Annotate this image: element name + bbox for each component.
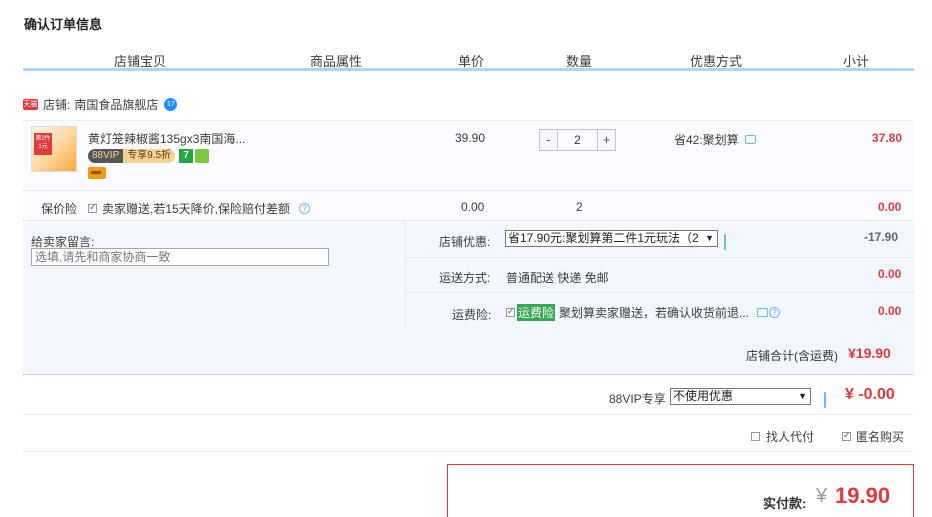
payment-label: 实付款:: [763, 496, 807, 511]
insurance-desc: 卖家赠送,若15天降价,保险赔付差额: [102, 202, 291, 216]
comment-icon[interactable]: [744, 135, 756, 144]
vip-amount: ¥ -0.00: [845, 386, 895, 403]
anonymous-checkbox[interactable]: [842, 430, 851, 441]
tmall-shop-icon: 天猫: [23, 99, 38, 110]
insurance-desc-group: 卖家赠送,若15天降价,保险赔付差额 ?: [88, 200, 311, 217]
freight-insurance-desc: 聚划算卖家赠送，若确认收货前退...: [559, 306, 750, 320]
wangwang-chat-icon[interactable]: 17: [164, 98, 178, 111]
vip-discount: 专享9.5折: [123, 149, 176, 163]
help-icon[interactable]: ?: [299, 203, 311, 214]
divider: [23, 451, 914, 452]
shop-total-amount: ¥19.90: [848, 345, 891, 361]
vip-row-label: 88VIP专享: [609, 392, 666, 406]
item-price: 39.90: [455, 131, 486, 145]
shop-discount-label: 店铺优惠:: [439, 235, 491, 249]
shop-label: 店铺:: [43, 98, 71, 112]
proxy-pay-checkbox[interactable]: [751, 432, 760, 441]
page-title: 确认订单信息: [24, 17, 103, 32]
vip-discount-select[interactable]: 不使用优惠 ▼: [670, 388, 811, 405]
item-promo: 省42:聚划算: [674, 131, 756, 148]
header-underline: [23, 68, 914, 71]
insurance-price: 0.00: [461, 200, 485, 214]
seven-day-return-icon: 7: [179, 149, 194, 163]
payment-amount: 19.90: [835, 483, 891, 508]
shipping-desc: 普通配送 快递 免邮: [506, 271, 609, 285]
insurance-subtotal: 0.00: [878, 200, 902, 214]
item-subtotal: 37.80: [872, 131, 903, 145]
quantity-plus-button[interactable]: +: [597, 129, 616, 151]
chevron-down-icon: ▼: [798, 391, 807, 401]
panel-divider: [405, 221, 406, 328]
shop-line: 天猫 店铺: 南国食品旗舰店 17: [23, 96, 178, 113]
anonymous-label: 匿名购买: [856, 430, 905, 444]
promo-text: 省42:聚划算: [674, 133, 739, 147]
insurance-checkbox: [88, 202, 97, 213]
shop-discount-select[interactable]: 省17.90元:聚划算第二件1元玩法（2 ▼: [505, 230, 718, 247]
proxy-pay-option[interactable]: 找人代付: [751, 428, 814, 445]
shipping-label: 运送方式:: [439, 271, 491, 285]
row-divider: [406, 257, 914, 258]
freight-insurance-label: 运费险:: [452, 308, 492, 322]
freight-insurance-amount: 0.00: [878, 304, 902, 318]
quantity-minus-button[interactable]: -: [539, 129, 558, 151]
shop-total-label: 店铺合计(含运费): [746, 349, 838, 363]
payment-currency: ¥: [816, 485, 828, 507]
vip-selected: 不使用优惠: [673, 389, 734, 403]
help-icon[interactable]: ?: [769, 307, 781, 318]
freight-insurance-checkbox[interactable]: [506, 306, 515, 317]
shipping-amount: 0.00: [878, 267, 902, 281]
quantity-input[interactable]: 2: [558, 129, 597, 151]
freight-insurance-tag: 运费险: [517, 304, 556, 321]
vip-badge: 88VIP 专享9.5折 7: [88, 149, 210, 163]
comment-icon[interactable]: [757, 308, 769, 317]
insurance-qty: 2: [576, 200, 583, 214]
service-guarantee-icon: [195, 149, 210, 163]
insurance-label: 保价险: [41, 202, 78, 216]
vip-label: 88VIP: [88, 149, 124, 163]
row-divider: [406, 292, 914, 293]
credit-card-icon: [88, 167, 106, 179]
quantity-stepper: - 2 +: [539, 129, 616, 151]
anonymous-option[interactable]: 匿名购买: [842, 428, 904, 445]
item-name-link[interactable]: 黄灯笼辣椒酱135gx3南国海...: [88, 130, 245, 147]
proxy-pay-label: 找人代付: [766, 430, 815, 444]
comment-icon[interactable]: [724, 234, 726, 250]
item-thumbnail[interactable]: 第2件 1元: [31, 126, 77, 172]
shop-discount-amount: -17.90: [864, 230, 899, 244]
shop-discount-selected: 省17.90元:聚划算第二件1元玩法（2: [508, 231, 699, 245]
thumb-promo-tag: 第2件 1元: [34, 133, 52, 155]
chevron-down-icon: ▼: [705, 233, 714, 243]
shop-name-link[interactable]: 南国食品旗舰店: [74, 96, 158, 113]
divider: [23, 414, 914, 415]
message-input[interactable]: [31, 248, 329, 266]
freight-insurance-group: 运费险 聚划算卖家赠送，若确认收货前退... ?: [506, 304, 781, 321]
comment-icon[interactable]: [824, 392, 826, 408]
